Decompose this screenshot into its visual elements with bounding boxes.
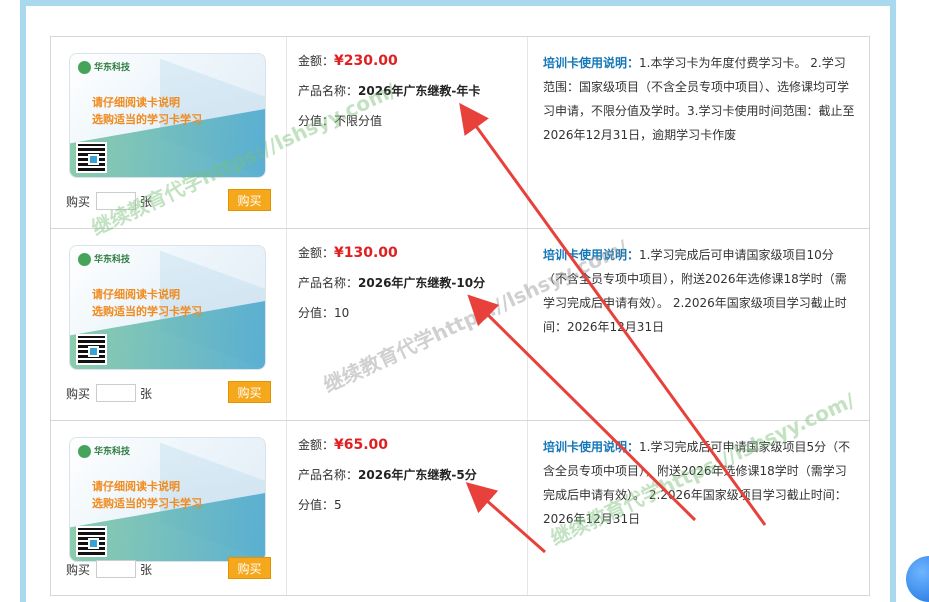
product-card-column: 华东科技 请仔细阅读卡说明 选购适当的学习卡学习 购买 张 购买 [51, 421, 286, 595]
card-line1: 请仔细阅读卡说明 [92, 480, 180, 493]
unit-label: 张 [140, 194, 153, 209]
unit-label: 张 [140, 562, 153, 577]
brand-logo-icon [78, 445, 91, 458]
score-value: 5 [334, 498, 342, 512]
score-value: 10 [334, 306, 350, 320]
buy-label: 购买 [66, 562, 91, 577]
name-label: 产品名称： [298, 468, 359, 482]
name-label: 产品名称： [298, 84, 359, 98]
card-brand: 华东科技 [94, 447, 131, 457]
amount-label: 金额： [298, 54, 335, 68]
buy-bar: 购买 张 购买 [66, 381, 271, 405]
quantity-input[interactable] [96, 560, 137, 578]
buy-button[interactable]: 购买 [228, 381, 271, 403]
product-row: 华东科技 请仔细阅读卡说明 选购适当的学习卡学习 购买 张 购买 金额：¥230… [50, 36, 870, 228]
card-line2: 选购适当的学习卡学习 [92, 497, 202, 510]
amount-label: 金额： [298, 438, 335, 452]
price: ¥130.00 [334, 245, 398, 261]
product-row: 华东科技 请仔细阅读卡说明 选购适当的学习卡学习 购买 张 购买 金额：¥65.… [50, 420, 870, 596]
study-card-image: 华东科技 请仔细阅读卡说明 选购适当的学习卡学习 [69, 437, 266, 562]
floating-service-icon[interactable] [906, 556, 929, 602]
brand-logo-icon [78, 61, 91, 74]
buy-label: 购买 [66, 386, 91, 401]
usage-description: 培训卡使用说明：1.学习完成后可申请国家级项目10分（不含全员专项中项目），附送… [528, 229, 869, 420]
product-info: 金额：¥65.00 产品名称：2026年广东继教-5分 分值：5 [286, 421, 528, 595]
product-name: 2026年广东继教-5分 [358, 468, 477, 482]
amount-label: 金额： [298, 246, 335, 260]
score-label: 分值： [298, 498, 335, 512]
product-card-column: 华东科技 请仔细阅读卡说明 选购适当的学习卡学习 购买 张 购买 [51, 37, 286, 228]
product-card-column: 华东科技 请仔细阅读卡说明 选购适当的学习卡学习 购买 张 购买 [51, 229, 286, 420]
card-brand: 华东科技 [94, 63, 131, 73]
card-line1: 请仔细阅读卡说明 [92, 96, 180, 109]
usage-description: 培训卡使用说明：1.学习完成后可申请国家级项目5分（不含全员专项中项目），附送2… [528, 421, 869, 595]
qr-code-icon [76, 526, 107, 557]
price: ¥65.00 [334, 437, 389, 453]
usage-description: 培训卡使用说明：1.本学习卡为年度付费学习卡。 2.学习范围：国家级项目（不含全… [528, 37, 869, 228]
score-label: 分值： [298, 306, 335, 320]
card-brand: 华东科技 [94, 255, 131, 265]
study-card-image: 华东科技 请仔细阅读卡说明 选购适当的学习卡学习 [69, 53, 266, 178]
buy-button[interactable]: 购买 [228, 557, 271, 579]
qr-code-icon [76, 334, 107, 365]
score-label: 分值： [298, 114, 335, 128]
score-value: 不限分值 [334, 114, 383, 128]
qr-code-icon [76, 142, 107, 173]
name-label: 产品名称： [298, 276, 359, 290]
product-list: 华东科技 请仔细阅读卡说明 选购适当的学习卡学习 购买 张 购买 金额：¥230… [50, 36, 870, 596]
quantity-input[interactable] [96, 192, 137, 210]
buy-button[interactable]: 购买 [228, 189, 271, 211]
buy-bar: 购买 张 购买 [66, 189, 271, 213]
unit-label: 张 [140, 386, 153, 401]
quantity-input[interactable] [96, 384, 137, 402]
product-name: 2026年广东继教-10分 [358, 276, 486, 290]
card-line2: 选购适当的学习卡学习 [92, 305, 202, 318]
buy-bar: 购买 张 购买 [66, 557, 271, 581]
description-heading: 培训卡使用说明： [543, 440, 640, 454]
description-heading: 培训卡使用说明： [543, 56, 640, 70]
card-line1: 请仔细阅读卡说明 [92, 288, 180, 301]
product-row: 华东科技 请仔细阅读卡说明 选购适当的学习卡学习 购买 张 购买 金额：¥130… [50, 228, 870, 420]
product-name: 2026年广东继教-年卡 [358, 84, 481, 98]
description-heading: 培训卡使用说明： [543, 248, 640, 262]
buy-label: 购买 [66, 194, 91, 209]
product-info: 金额：¥130.00 产品名称：2026年广东继教-10分 分值：10 [286, 229, 528, 420]
price: ¥230.00 [334, 53, 398, 69]
brand-logo-icon [78, 253, 91, 266]
study-card-image: 华东科技 请仔细阅读卡说明 选购适当的学习卡学习 [69, 245, 266, 370]
product-info: 金额：¥230.00 产品名称：2026年广东继教-年卡 分值：不限分值 [286, 37, 528, 228]
card-line2: 选购适当的学习卡学习 [92, 113, 202, 126]
